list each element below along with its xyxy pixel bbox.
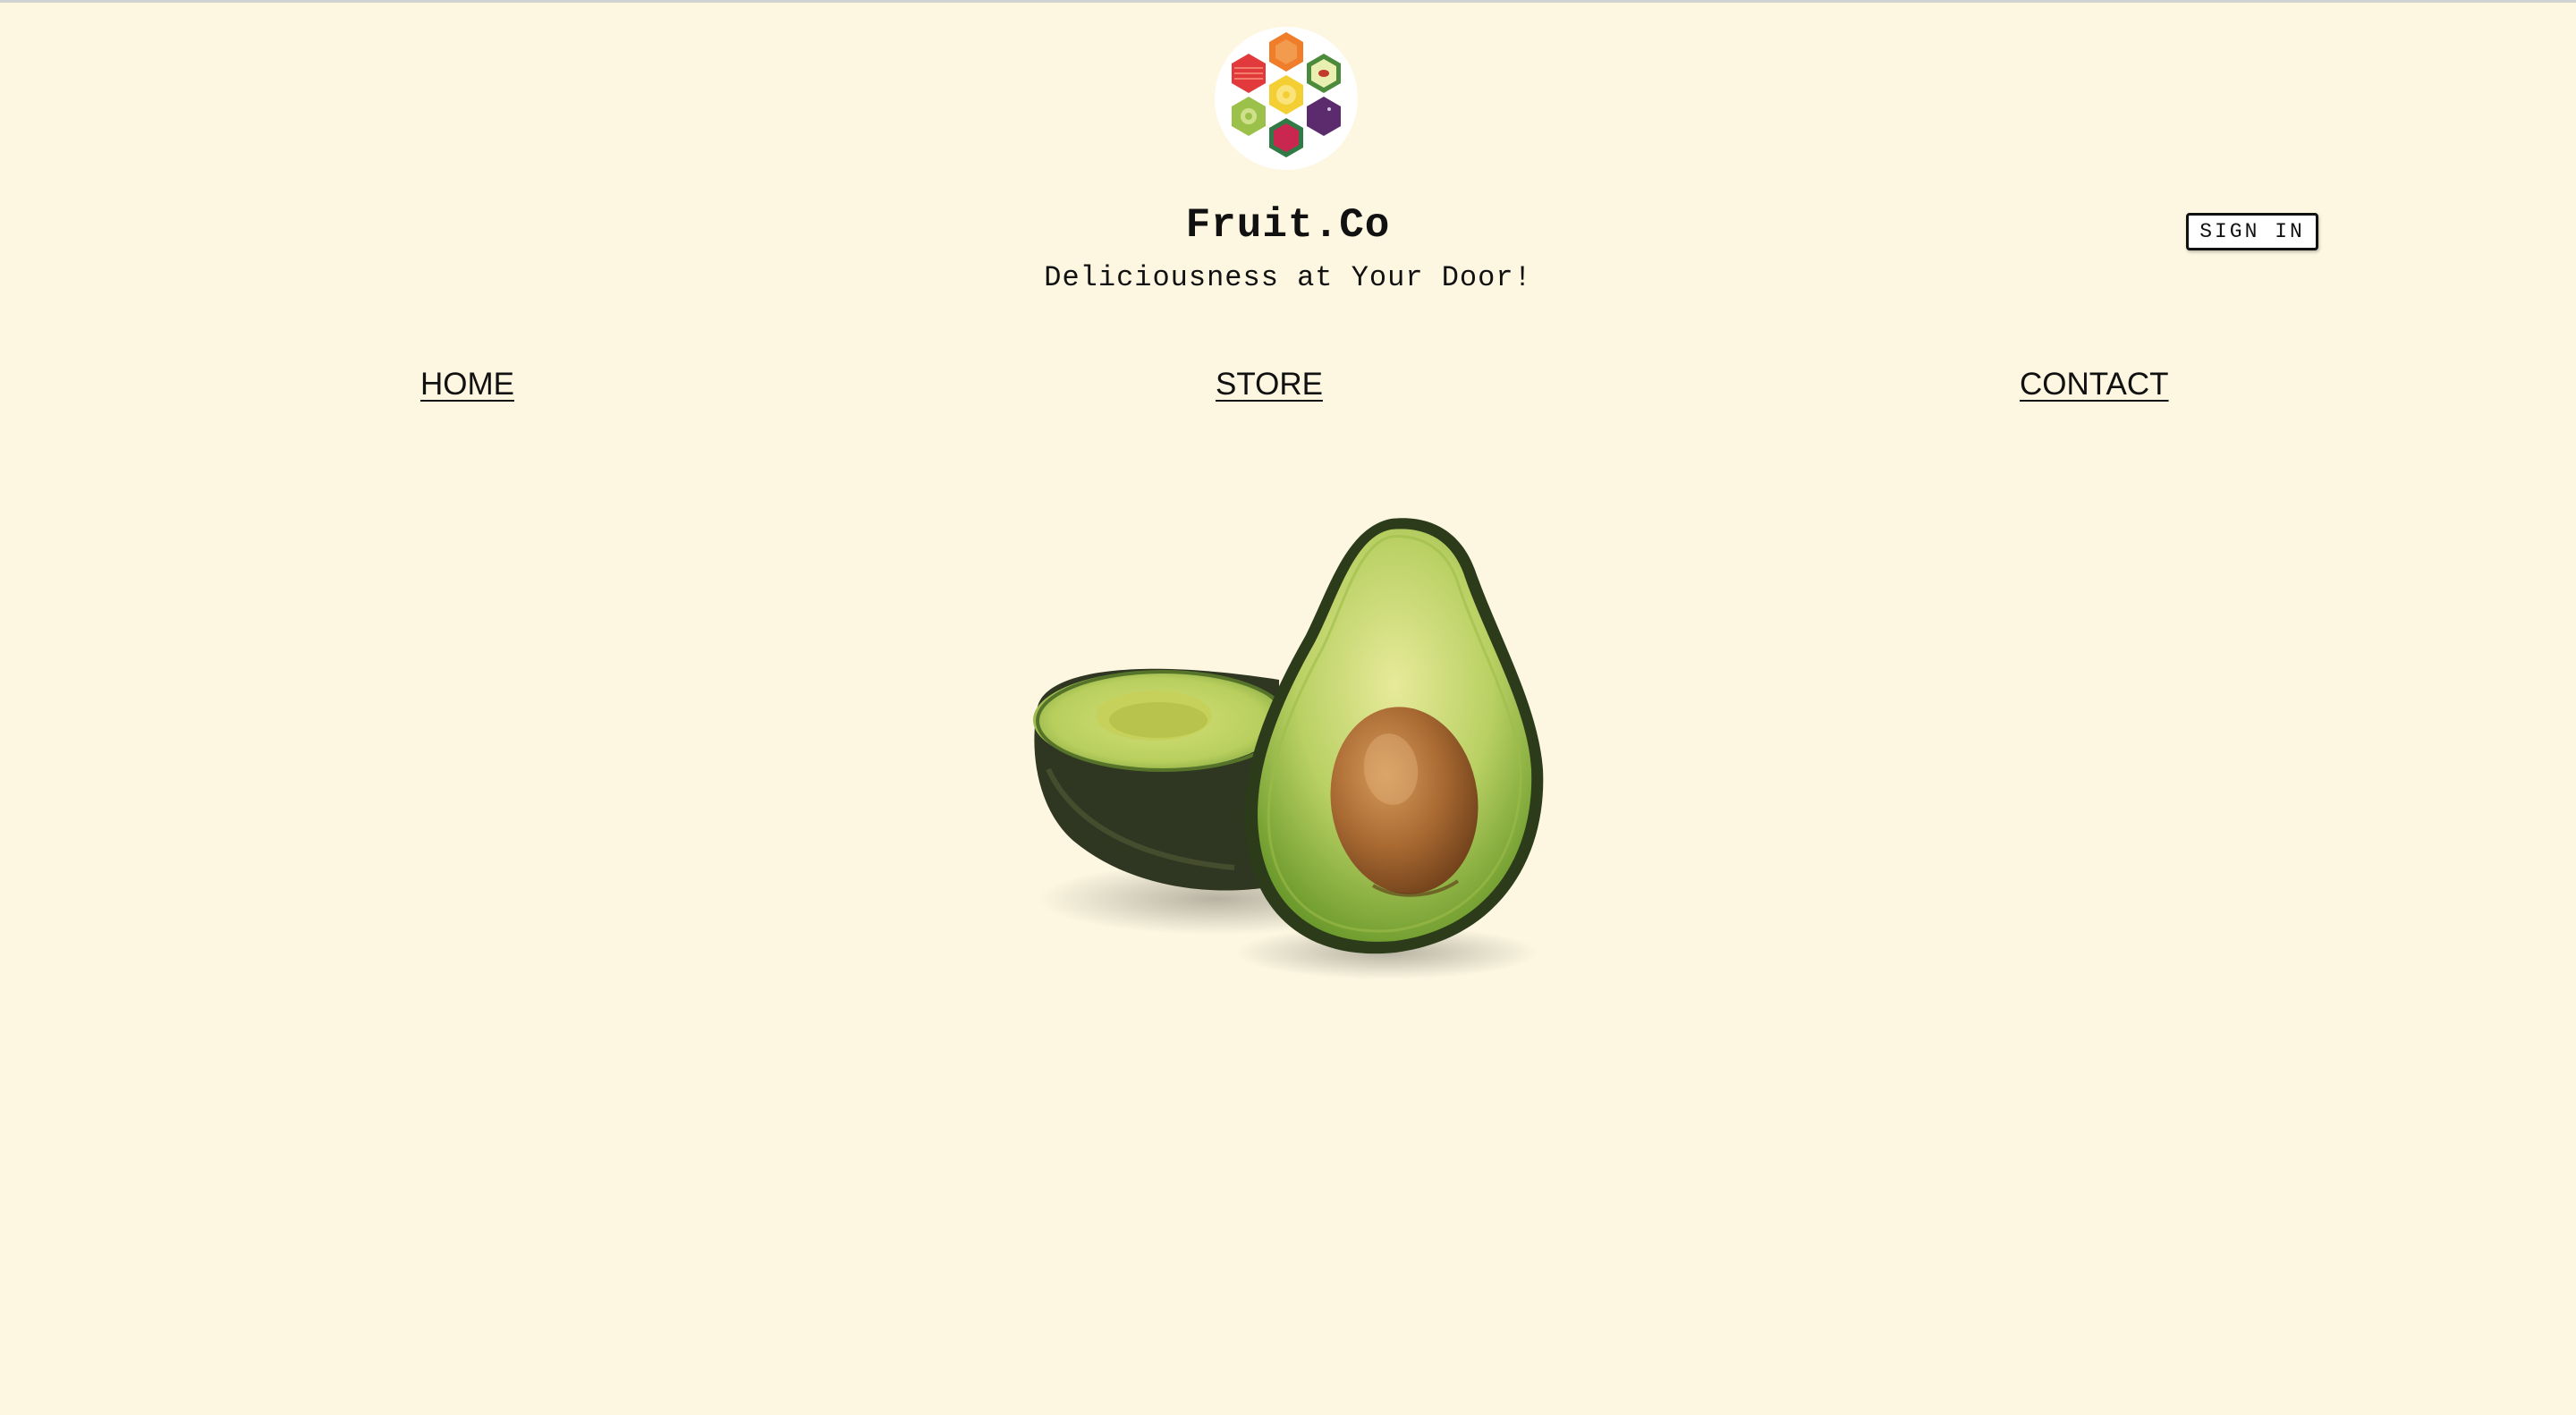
nav-link-home[interactable]: HOME bbox=[420, 367, 514, 402]
avocado-halves-image bbox=[1011, 501, 1565, 984]
tagline: Deliciousness at Your Door! bbox=[1044, 261, 1532, 294]
fruit-hexagon-logo-icon[interactable] bbox=[1215, 27, 1358, 170]
sign-in-button[interactable]: SIGN IN bbox=[2186, 213, 2318, 250]
logo-graphic bbox=[1232, 32, 1341, 157]
nav-link-store[interactable]: STORE bbox=[1216, 367, 1323, 402]
nav-link-contact[interactable]: CONTACT bbox=[2020, 367, 2169, 402]
top-border bbox=[0, 0, 2576, 3]
